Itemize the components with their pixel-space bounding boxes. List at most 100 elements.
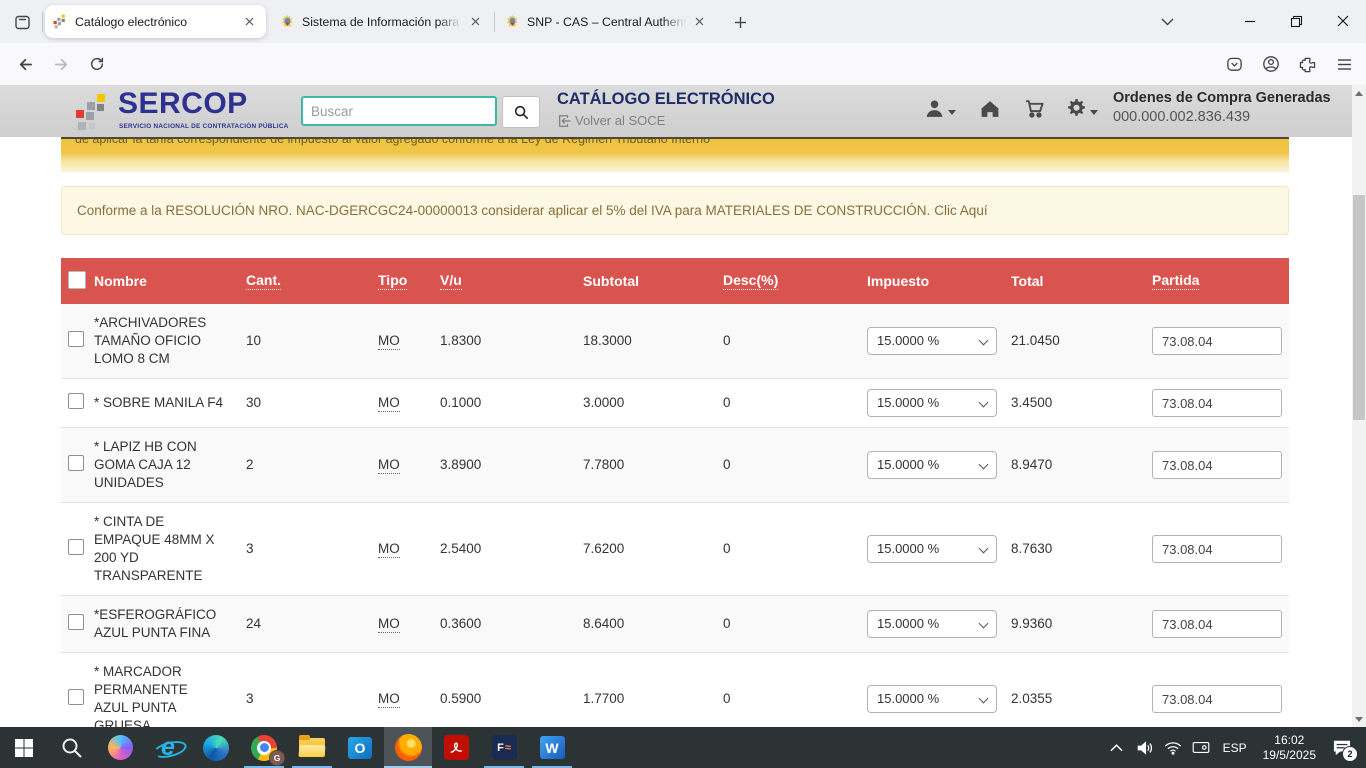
- action-center-button[interactable]: 2: [1324, 727, 1360, 768]
- row-checkbox[interactable]: [68, 614, 84, 630]
- select-all-cell: [61, 271, 94, 292]
- row-checkbox[interactable]: [68, 689, 84, 705]
- taskbar-explorer-button[interactable]: [288, 727, 336, 768]
- type-value: MO: [378, 395, 400, 412]
- volume-icon[interactable]: [1131, 727, 1159, 768]
- taskbar-ie-button[interactable]: e: [144, 727, 192, 768]
- search-input[interactable]: [301, 96, 497, 126]
- tax-select[interactable]: 15.0000 %: [867, 389, 997, 417]
- firefox-view-button[interactable]: [8, 8, 36, 36]
- taskbar-chrome-button[interactable]: G: [240, 727, 288, 768]
- new-tab-button[interactable]: [727, 9, 753, 35]
- row-select-cell: [61, 455, 94, 476]
- settings-menu-button[interactable]: [1066, 98, 1098, 119]
- file-explorer-icon: [299, 738, 325, 757]
- search-icon: [60, 736, 84, 760]
- tab-catalogo[interactable]: Catálogo electrónico: [45, 5, 266, 38]
- partida-input[interactable]: [1152, 535, 1282, 563]
- row-select-cell: [61, 539, 94, 560]
- account-button[interactable]: [1255, 48, 1287, 80]
- hidden-icons-button[interactable]: [1103, 727, 1131, 768]
- partida-input[interactable]: [1152, 389, 1282, 417]
- display-connect-icon[interactable]: [1187, 727, 1215, 768]
- tab-close-icon[interactable]: [690, 13, 708, 31]
- row-checkbox[interactable]: [68, 455, 84, 471]
- col-vu[interactable]: V/u: [440, 272, 583, 290]
- cart-button[interactable]: [1024, 98, 1046, 119]
- taskbar-clock[interactable]: 16:02 19/5/2025: [1255, 733, 1324, 763]
- tax-select[interactable]: 15.0000 %: [867, 610, 997, 638]
- partida-input[interactable]: [1152, 685, 1282, 713]
- taskbar-search-button[interactable]: [48, 727, 96, 768]
- total-cell: 21.0450: [1011, 332, 1152, 350]
- taskbar-word-button[interactable]: W: [528, 727, 576, 768]
- account-icon: [1262, 55, 1280, 73]
- start-button[interactable]: [0, 727, 48, 768]
- type-cell: MO: [378, 332, 440, 350]
- row-checkbox[interactable]: [68, 393, 84, 409]
- row-checkbox[interactable]: [68, 331, 84, 347]
- user-menu-button[interactable]: [924, 98, 956, 119]
- home-button[interactable]: [979, 98, 1001, 119]
- col-cant[interactable]: Cant.: [246, 272, 378, 290]
- internet-explorer-icon: e: [155, 734, 182, 761]
- taskbar-outlook-button[interactable]: O: [336, 727, 384, 768]
- tab-title: SNP - CAS – Central Authentica: [527, 14, 686, 30]
- scroll-down-arrow[interactable]: [1352, 711, 1366, 727]
- tax-select[interactable]: 15.0000 %: [867, 451, 997, 479]
- tax-cell: 15.0000 %: [867, 327, 1011, 355]
- tax-cell: 15.0000 %: [867, 685, 1011, 713]
- wifi-icon[interactable]: [1159, 727, 1187, 768]
- list-all-tabs-button[interactable]: [1154, 9, 1180, 35]
- tab-sistema-informacion[interactable]: Sistema de Información para lo: [272, 5, 492, 38]
- forward-button[interactable]: [46, 48, 78, 80]
- taskbar-edge-button[interactable]: [192, 727, 240, 768]
- partida-input[interactable]: [1152, 610, 1282, 638]
- close-button[interactable]: [1320, 0, 1366, 42]
- scroll-up-arrow[interactable]: [1352, 85, 1366, 101]
- tax-cell: 15.0000 %: [867, 535, 1011, 563]
- tax-select[interactable]: 15.0000 %: [867, 685, 997, 713]
- tab-snp-cas[interactable]: SNP - CAS – Central Authentica: [497, 5, 716, 38]
- tab-close-icon[interactable]: [240, 13, 258, 31]
- tax-select-value: 15.0000 %: [877, 540, 939, 558]
- restore-button[interactable]: [1273, 0, 1319, 42]
- volver-soce-link[interactable]: Volver al SOCE: [557, 113, 665, 128]
- iva-notice-text: Conforme a la RESOLUCIÓN NRO. NAC-DGERCG…: [77, 203, 930, 218]
- partida-cell: [1152, 535, 1289, 563]
- col-partida[interactable]: Partida: [1152, 272, 1289, 290]
- select-all-checkbox[interactable]: [68, 271, 86, 289]
- partida-input[interactable]: [1152, 327, 1282, 355]
- pocket-button[interactable]: [1218, 48, 1250, 80]
- back-button[interactable]: [8, 48, 40, 80]
- tax-select[interactable]: 15.0000 %: [867, 535, 997, 563]
- taskbar-firefox-button[interactable]: [384, 727, 432, 768]
- type-value: MO: [378, 457, 400, 474]
- col-desc[interactable]: Desc(%): [723, 272, 867, 290]
- scrollbar-thumb[interactable]: [1353, 195, 1365, 420]
- partida-input[interactable]: [1152, 451, 1282, 479]
- quantity-value: 2: [246, 457, 254, 472]
- col-tipo[interactable]: Tipo: [378, 272, 440, 290]
- language-indicator[interactable]: ESP: [1215, 741, 1255, 755]
- quantity-cell: 2: [246, 456, 378, 474]
- tab-separator: [42, 12, 43, 32]
- tax-select-value: 15.0000 %: [877, 615, 939, 633]
- extensions-button[interactable]: [1291, 48, 1323, 80]
- taskbar-copilot-button[interactable]: [96, 727, 144, 768]
- search-button[interactable]: [502, 96, 540, 128]
- tab-close-icon[interactable]: [466, 13, 484, 31]
- row-checkbox[interactable]: [68, 539, 84, 555]
- unit-price-cell: 3.8900: [440, 456, 583, 474]
- iva-notice-link[interactable]: Clic Aquí: [934, 203, 987, 218]
- quantity-cell: 3: [246, 540, 378, 558]
- discount-value: 0: [723, 333, 731, 348]
- tax-select[interactable]: 15.0000 %: [867, 327, 997, 355]
- taskbar-acrobat-button[interactable]: [432, 727, 480, 768]
- minimize-button[interactable]: [1227, 0, 1273, 42]
- page-scrollbar[interactable]: [1352, 85, 1366, 727]
- taskbar-firmaec-button[interactable]: F≈: [480, 727, 528, 768]
- discount-cell: 0: [723, 615, 867, 633]
- menu-button[interactable]: [1328, 48, 1360, 80]
- reload-button[interactable]: [81, 48, 113, 80]
